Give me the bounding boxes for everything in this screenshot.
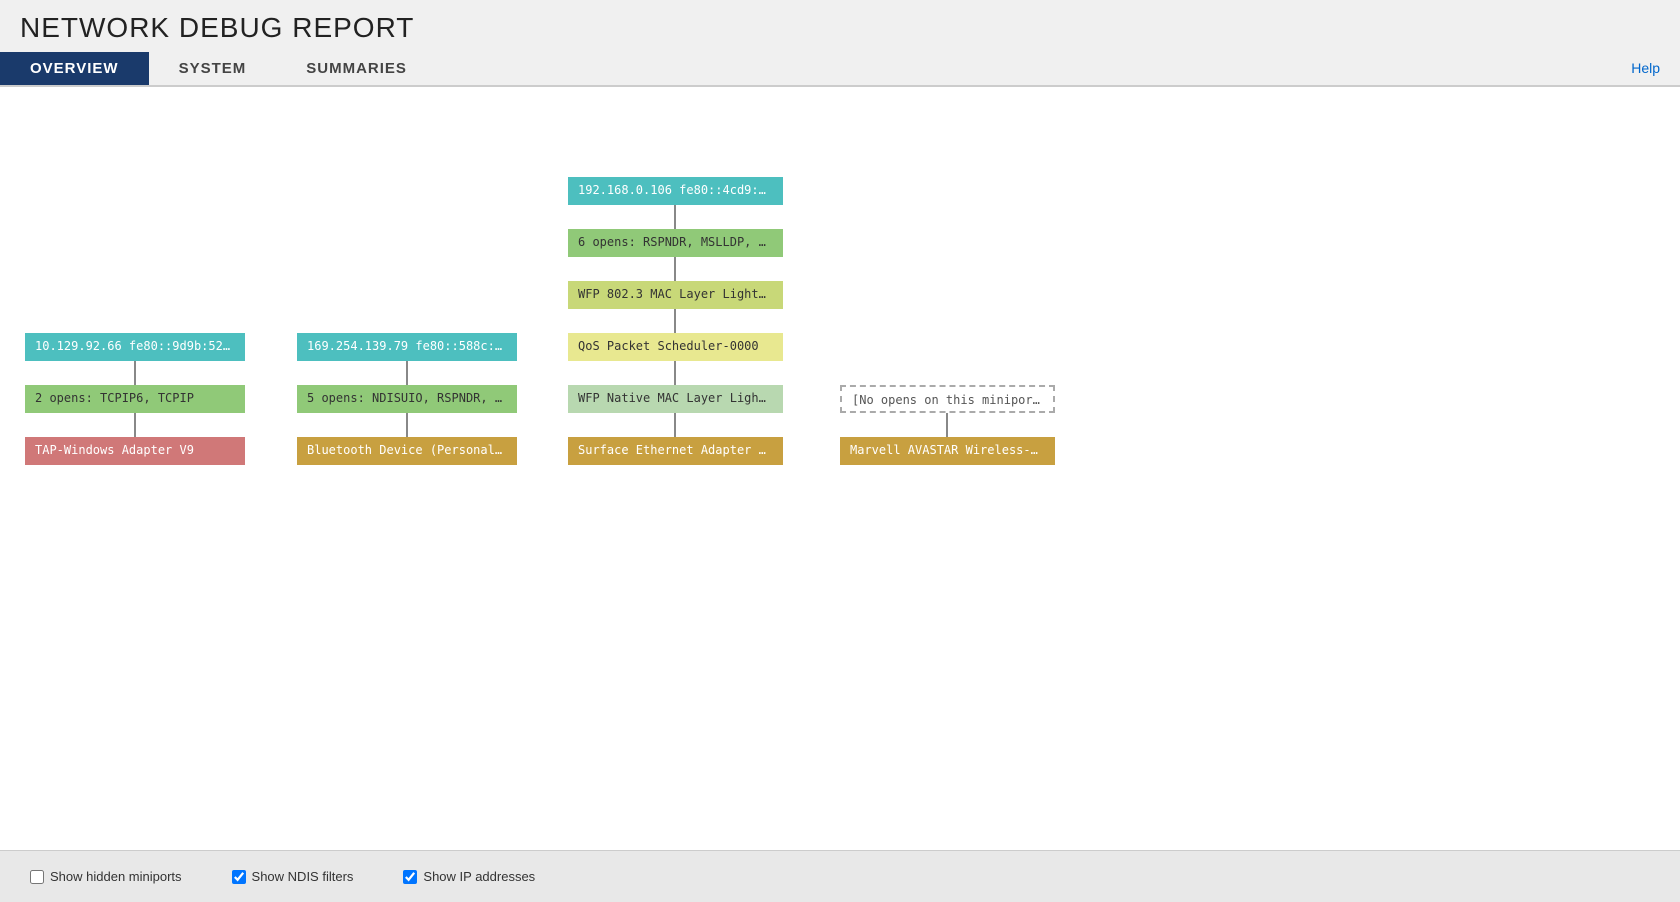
tab-system[interactable]: System (149, 52, 277, 85)
bottom-bar: Show hidden miniports Show NDIS filters … (0, 850, 1680, 902)
header: Network Debug Report (0, 0, 1680, 44)
node-wfp-native[interactable]: WFP Native MAC Layer LightWeight (568, 385, 783, 413)
show-hidden-miniports-checkbox[interactable] (30, 870, 44, 884)
node-opens-left[interactable]: 2 opens: TCPIP6, TCPIP (25, 385, 245, 413)
show-hidden-miniports-text: Show hidden miniports (50, 869, 182, 884)
node-ip-mid[interactable]: 169.254.139.79 fe80::588c:1851:f711: (297, 333, 517, 361)
nav-bar: Overview System Summaries Help (0, 52, 1680, 87)
show-ndis-filters-label[interactable]: Show NDIS filters (232, 869, 354, 884)
show-ndis-filters-text: Show NDIS filters (252, 869, 354, 884)
connectors-svg (20, 117, 1660, 717)
show-ndis-filters-checkbox[interactable] (232, 870, 246, 884)
tab-overview[interactable]: Overview (0, 52, 149, 85)
node-wfp-mac[interactable]: WFP 802.3 MAC Layer LightWeight Fi (568, 281, 783, 309)
help-link[interactable]: Help (1631, 60, 1660, 76)
node-opens-mid[interactable]: 5 opens: NDISUIO, RSPNDR, LLTDIO, (297, 385, 517, 413)
diagram: 192.168.0.106 fe80::4cd9:8ea8:2bc0:e 6 o… (20, 117, 1660, 717)
page-title: Network Debug Report (20, 12, 1660, 44)
node-dashed-miniport[interactable]: [No opens on this miniport] (840, 385, 1055, 413)
node-ip-top[interactable]: 192.168.0.106 fe80::4cd9:8ea8:2bc0:e (568, 177, 783, 205)
node-ip-left[interactable]: 10.129.92.66 fe80::9d9b:523e:2d70:2 (25, 333, 245, 361)
node-bluetooth[interactable]: Bluetooth Device (Personal Area Net (297, 437, 517, 465)
node-qos[interactable]: QoS Packet Scheduler-0000 (568, 333, 783, 361)
node-tap[interactable]: TAP-Windows Adapter V9 (25, 437, 245, 465)
node-marvell[interactable]: Marvell AVASTAR Wireless-AC Netw (840, 437, 1055, 465)
show-ip-addresses-checkbox[interactable] (403, 870, 417, 884)
show-ip-addresses-label[interactable]: Show IP addresses (403, 869, 535, 884)
show-ip-addresses-text: Show IP addresses (423, 869, 535, 884)
node-opens-top[interactable]: 6 opens: RSPNDR, MSLLDP, NDISUIO (568, 229, 783, 257)
tab-summaries[interactable]: Summaries (276, 52, 437, 85)
main-content: 192.168.0.106 fe80::4cd9:8ea8:2bc0:e 6 o… (0, 87, 1680, 867)
show-hidden-miniports-label[interactable]: Show hidden miniports (30, 869, 182, 884)
node-surface-eth[interactable]: Surface Ethernet Adapter #2 (568, 437, 783, 465)
